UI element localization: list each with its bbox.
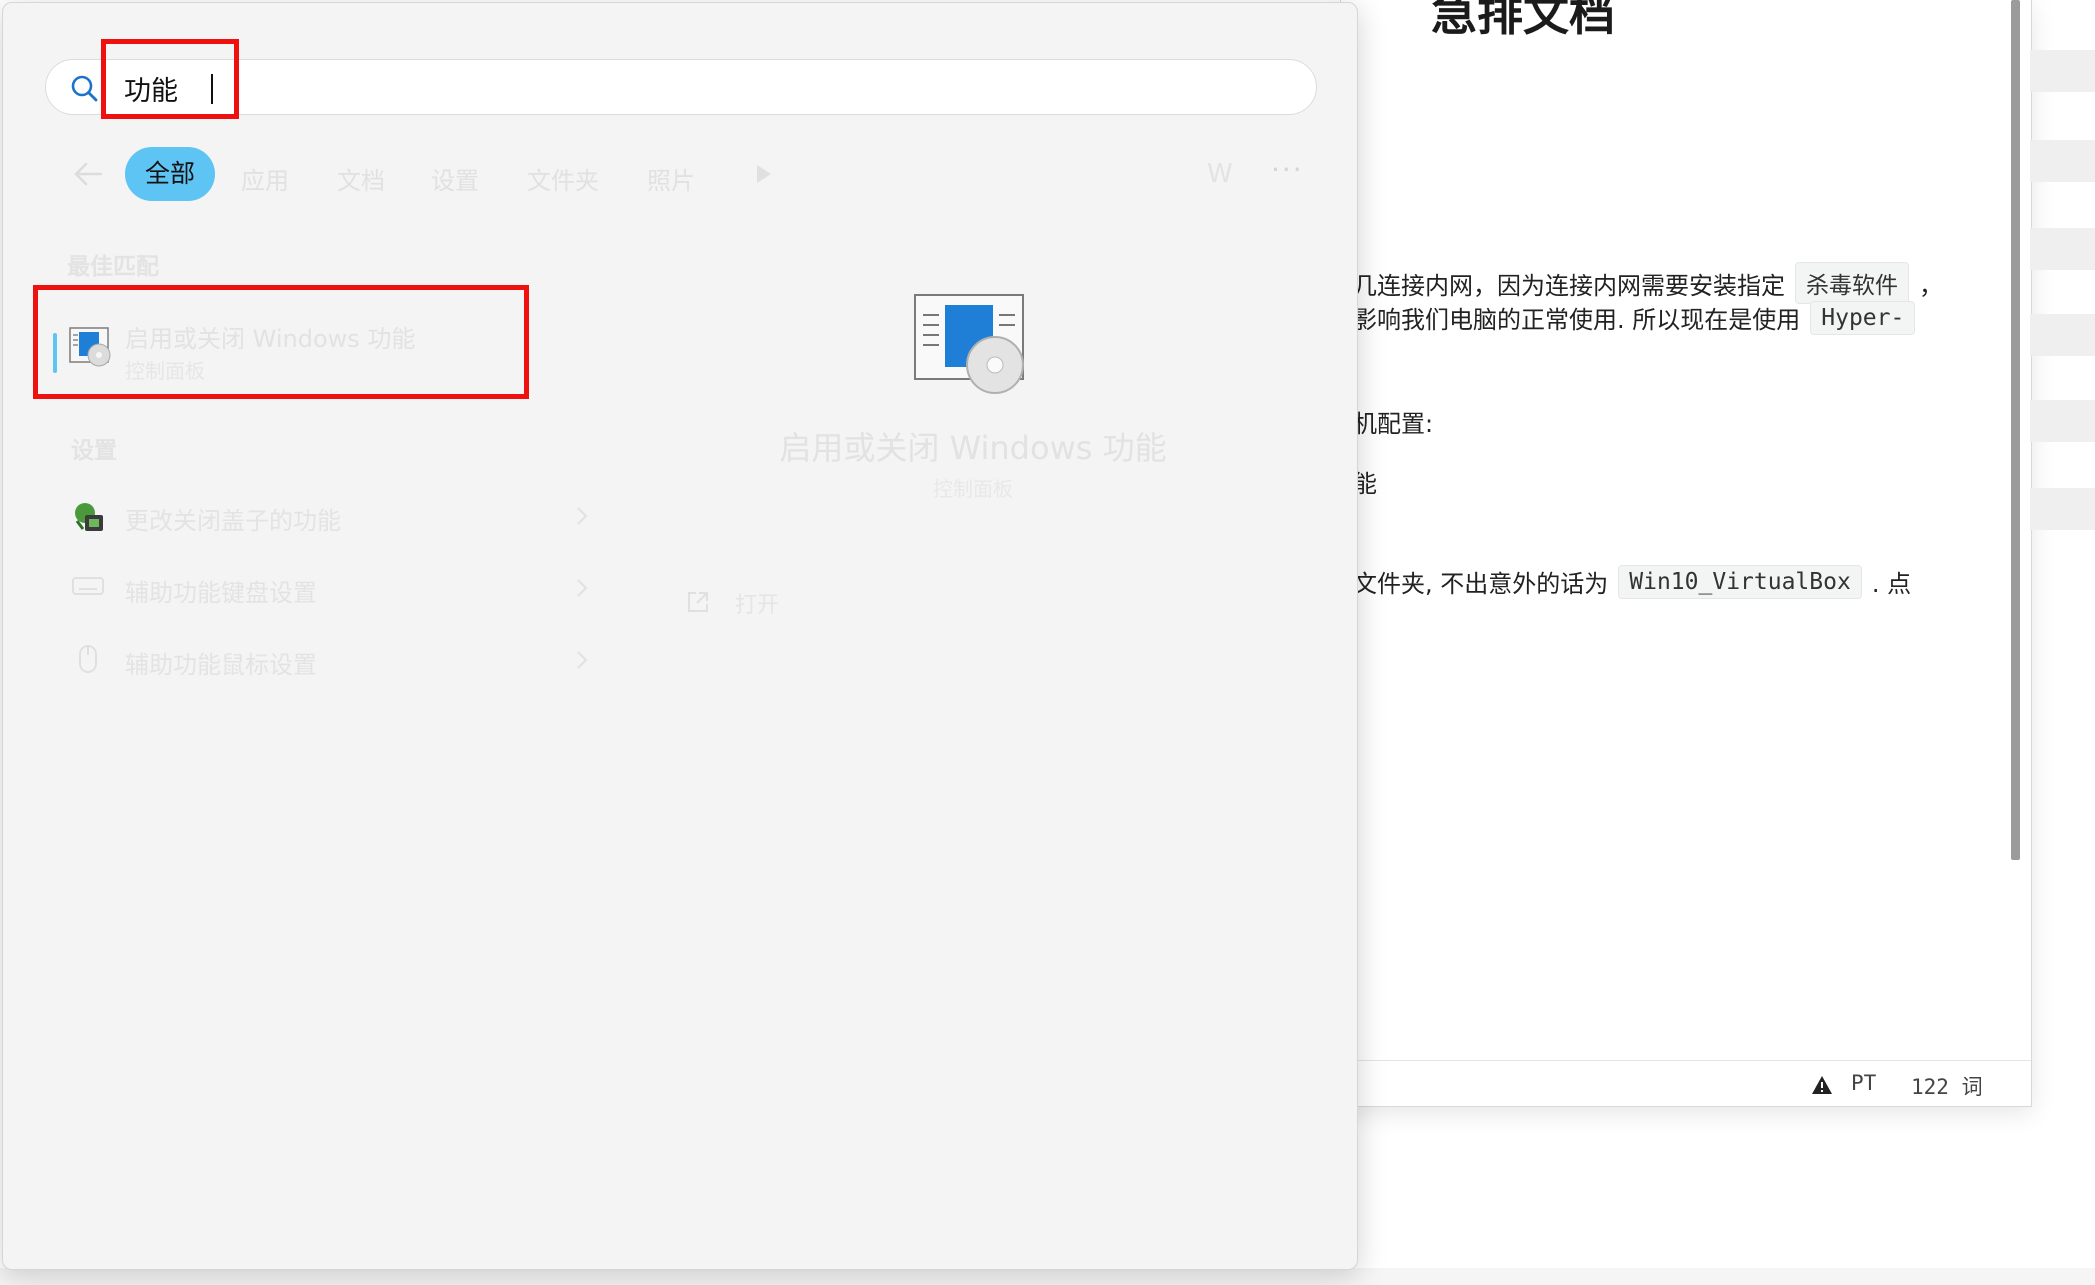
more-options-icon[interactable]: ···	[1271, 153, 1304, 186]
status-word-count: 122 词	[1911, 1075, 1983, 1099]
background-stripe	[2030, 228, 2095, 270]
setting-item-keyboard[interactable]: 辅助功能键盘设置	[67, 565, 597, 615]
chevron-right-icon	[575, 505, 589, 531]
setting-item-mouse[interactable]: 辅助功能鼠标设置	[67, 637, 597, 687]
document-text: 文件夹, 不出意外的话为	[1353, 570, 1609, 598]
setting-item-label: 辅助功能键盘设置	[125, 579, 317, 607]
play-arrow-icon[interactable]	[755, 163, 773, 189]
open-action[interactable]: 打开	[685, 585, 805, 621]
best-match-heading: 最佳匹配	[67, 254, 159, 280]
highlight-box-best-match	[33, 285, 529, 399]
mouse-icon	[71, 643, 105, 681]
document-title: 急排文档	[1431, 0, 1615, 41]
inline-code: Hyper-	[1810, 300, 1916, 335]
document-paragraph-line: 几连接内网，因为连接内网需要安装指定 杀毒软件 ，	[1353, 262, 1943, 304]
document-paragraph-line: 机配置:	[1353, 404, 1433, 439]
document-status-bar: PT 122 词	[1341, 1060, 2031, 1106]
setting-item-label: 更改关闭盖子的功能	[125, 507, 341, 535]
filter-tab-folders[interactable]: 文件夹	[527, 161, 599, 196]
chevron-right-icon	[575, 649, 589, 675]
status-language[interactable]: PT	[1851, 1071, 1876, 1095]
document-window: 急排文档 几连接内网，因为连接内网需要安装指定 杀毒软件 ， 影响我们电脑的正常…	[1340, 0, 2032, 1107]
document-paragraph-line: 影响我们电脑的正常使用. 所以现在是使用 Hyper-	[1353, 300, 1925, 335]
taskbar-edge	[0, 1268, 2095, 1285]
filter-tab-apps[interactable]: 应用	[241, 161, 289, 196]
filter-tab-all[interactable]: 全部	[125, 147, 215, 201]
keyboard-icon	[71, 571, 105, 605]
background-stripe	[2030, 400, 2095, 442]
document-scrollbar[interactable]	[2011, 0, 2020, 860]
background-stripe	[2030, 50, 2095, 92]
settings-heading: 设置	[71, 438, 117, 464]
open-external-icon	[685, 589, 711, 619]
detail-title: 启用或关闭 Windows 功能	[779, 429, 1167, 467]
account-initial[interactable]: W	[1207, 159, 1233, 189]
open-label: 打开	[735, 593, 780, 618]
document-text: 影响我们电脑的正常使用. 所以现在是使用	[1353, 306, 1801, 334]
setting-item-lid[interactable]: 更改关闭盖子的功能	[67, 493, 597, 543]
chevron-right-icon	[575, 577, 589, 603]
background-stripe	[2030, 140, 2095, 182]
start-search-panel: 全部 应用 文档 设置 文件夹 照片 W ··· 最佳匹配 启用或关闭 Wind…	[2, 2, 1358, 1270]
document-paragraph-line: 文件夹, 不出意外的话为 Win10_VirtualBox . 点	[1353, 564, 1911, 599]
search-icon	[70, 74, 98, 106]
background-stripe	[2030, 488, 2095, 530]
filter-tab-photos[interactable]: 照片	[647, 161, 695, 196]
filter-tab-settings[interactable]: 设置	[431, 161, 479, 196]
warning-icon[interactable]	[1811, 1075, 1833, 1100]
detail-subtitle: 控制面板	[933, 477, 1013, 501]
document-text: 几连接内网，因为连接内网需要安装指定	[1353, 271, 1785, 300]
highlight-box-query	[101, 39, 239, 119]
windows-features-large-icon	[913, 293, 1033, 401]
filter-tab-documents[interactable]: 文档	[337, 161, 385, 196]
setting-item-label: 辅助功能鼠标设置	[125, 651, 317, 679]
back-arrow-icon[interactable]	[73, 161, 103, 191]
inline-code: 杀毒软件	[1795, 262, 1909, 304]
power-settings-icon	[71, 499, 107, 539]
inline-code: Win10_VirtualBox	[1618, 564, 1862, 599]
document-text: 机配置:	[1353, 410, 1434, 438]
document-text: ，	[1919, 271, 1943, 300]
search-input[interactable]	[122, 67, 1226, 109]
document-text: . 点	[1871, 570, 1912, 598]
filter-bar: 全部 应用 文档 设置 文件夹 照片 W ···	[3, 145, 1357, 205]
background-stripe	[2030, 314, 2095, 356]
